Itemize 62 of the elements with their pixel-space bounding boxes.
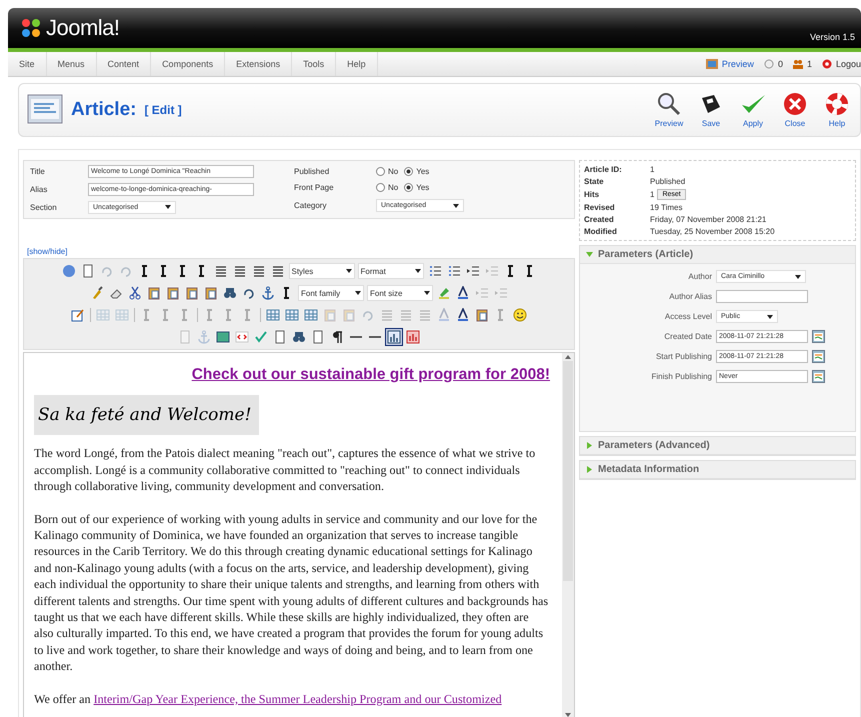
- accordion-header[interactable]: Parameters (Article): [580, 246, 855, 264]
- param-label: Access Level: [664, 312, 712, 321]
- field-label: Section: [30, 202, 58, 212]
- menu-item[interactable]: Site: [8, 52, 47, 76]
- menu-item[interactable]: Content: [96, 52, 152, 76]
- info-label: State: [584, 177, 605, 186]
- field-label: Title: [30, 167, 46, 176]
- info-value: 19 Times: [650, 203, 684, 212]
- menu-item[interactable]: Menus: [46, 52, 97, 76]
- accordion-header[interactable]: Parameters (Advanced): [580, 437, 855, 455]
- user-count: 1: [806, 59, 812, 69]
- paragraph: We offer an Interim/Gap Year Experience, the Summer Leadership Program and our Customized: [34, 690, 503, 708]
- radio-option[interactable]: No: [376, 182, 398, 192]
- info-value: 1: [650, 165, 656, 174]
- logout-link[interactable]: Logou: [836, 59, 861, 69]
- info-label: Article ID:: [584, 165, 623, 174]
- radio-option[interactable]: Yes: [404, 182, 430, 192]
- gift-program-link[interactable]: Check out our sustainable gift program for 2008!: [192, 367, 550, 384]
- format-select[interactable]: Styles: [288, 263, 354, 279]
- toolbar-button[interactable]: Close: [778, 92, 812, 128]
- show-hide-link[interactable]: [show/hide]: [27, 247, 68, 256]
- version-label: Version 1.5: [810, 32, 855, 42]
- param-label: Finish Publishing: [650, 372, 712, 381]
- info-value: 1: [650, 190, 654, 199]
- info-value: Tuesday, 25 November 2008 15:20: [650, 227, 776, 236]
- page-subtitle: [ Edit ]: [144, 103, 182, 117]
- paragraph: The word Longé, from the Patois dialect meaning "reach out", captures the essence of what we strive to accomplish. Longé is a community collaborative committed to "reaching out" to connect individuals through collaborative living, community development and conversation.: [34, 445, 536, 495]
- format-select[interactable]: Format: [358, 263, 424, 279]
- param-label: Author Alias: [668, 292, 712, 301]
- field-label: Category: [294, 201, 328, 210]
- toolbar-button[interactable]: Preview: [652, 92, 686, 128]
- toolbar-button[interactable]: Apply: [736, 92, 770, 128]
- inline-link[interactable]: Interim/Gap Year Experience, the Summer Leadership Program and our Customized: [94, 692, 502, 706]
- menu-item[interactable]: Tools: [292, 52, 336, 76]
- field-label: Front Page: [294, 182, 335, 192]
- menu-item[interactable]: Help: [336, 52, 378, 76]
- format-select[interactable]: Font family: [298, 285, 364, 301]
- radio-option[interactable]: Yes: [404, 166, 430, 176]
- info-value: Friday, 07 November 2008 21:21: [650, 215, 768, 224]
- info-label: Modified: [584, 227, 618, 236]
- menu-item[interactable]: Extensions: [225, 52, 292, 76]
- menu-item[interactable]: Components: [151, 52, 226, 76]
- info-value: Published: [650, 177, 686, 186]
- accordion-header[interactable]: Metadata Information: [580, 461, 855, 479]
- param-label: Start Publishing: [654, 352, 712, 361]
- radio-option[interactable]: No: [376, 166, 398, 176]
- welcome-banner: Sa ka feté and Welcome!: [34, 395, 260, 436]
- info-label: Hits: [584, 190, 600, 199]
- preview-link[interactable]: Preview: [722, 59, 754, 69]
- paragraph: Born out of our experience of working with young adults in service and community and our love for the Kalinago community of Dominica, we have founded an organization that serves to increase tangible resources in the Carib Territory. We do this through creating dynamic educational settings for Kalinago and non-Kalinago young adults (with a focus on the arts, service, and leadership development), giving each individual the opportunity to share their unique talents and strengths, and learning from others with different talents and strengths. Our time spent with young adults of different cultures and backgrounds has taught us that we each have different skills. While these skills are highly individualized, they often are also culturally imparted. To this end, we have created a program that provides the forum for young adults to live and work together, to share their knowledge and ways of doing and being, and to learn from one another.: [34, 510, 550, 675]
- toolbar-button[interactable]: Save: [694, 92, 728, 128]
- param-label: Author: [687, 272, 712, 281]
- info-label: Created: [584, 215, 615, 224]
- toolbar-button[interactable]: Help: [820, 92, 854, 128]
- page-title: Article:: [71, 99, 136, 121]
- format-select[interactable]: Font size: [367, 285, 433, 301]
- field-label: Published: [294, 166, 330, 176]
- message-count: 0: [778, 59, 783, 69]
- field-label: Alias: [30, 184, 48, 194]
- param-label: Created Date: [663, 332, 712, 341]
- logo-text: Joomla!: [46, 15, 120, 41]
- info-label: Revised: [584, 203, 616, 212]
